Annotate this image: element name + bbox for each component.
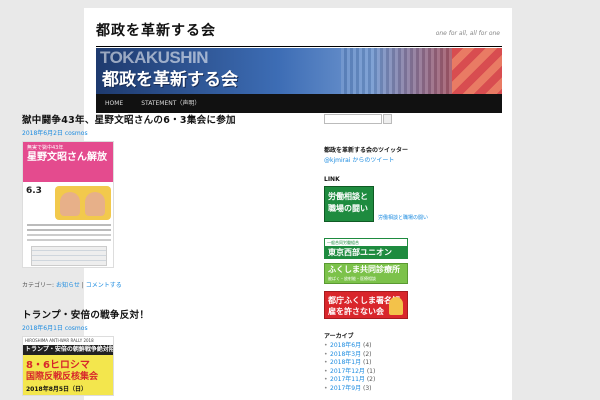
header-divider [96, 46, 502, 47]
archive-list: 2018年6月 (4) 2018年3月 (2) 2018年1月 (1) 2017… [324, 342, 420, 393]
twitter-widget-title: 都政を革新する会のツイッター [324, 147, 409, 154]
petition-banner[interactable]: 都庁ふくしま署名解雇を許さない会 [324, 291, 408, 319]
roudou-banner[interactable]: 労働相談と職場の闘い [324, 186, 374, 222]
nav-item-home[interactable]: HOME [96, 94, 132, 113]
archive-link[interactable]: 2018年1月 [330, 359, 361, 366]
roudou-banner-wrap: 労働相談と職場の闘い 労働相談と職場の闘い [324, 186, 428, 226]
archive-count: (3) [363, 384, 372, 392]
post-flyer-image[interactable]: HIROSHIMA ANTI-WAR RALLY 2018 トランプ・安倍の朝鮮… [22, 336, 114, 396]
post-author[interactable]: cosmos [65, 130, 88, 137]
post-meta: 2018年6月1日 cosmos [22, 323, 292, 332]
site-tagline: one for all, all for one [435, 30, 500, 37]
sidebar: 都政を革新する会のツイッター @kjmirai からのツイート LINK 労働相… [324, 114, 428, 393]
clinic-banner[interactable]: ふくしま共同診療所 被ばく・放射能・医療相談 [324, 263, 408, 284]
post-author[interactable]: cosmos [65, 325, 88, 332]
archive-count: (1) [366, 367, 376, 375]
twitter-suffix[interactable]: からのツイート [352, 157, 394, 164]
twitter-widget-link[interactable]: @kjmirai からのツイート [324, 155, 420, 164]
archive-item: 2018年6月 (4) [324, 342, 420, 351]
post-meta: 2018年6月2日 cosmos [22, 128, 292, 137]
twitter-handle[interactable]: @kjmirai [324, 157, 350, 164]
roudou-text-link[interactable]: 労働相談と職場の闘い [378, 214, 428, 221]
archive-link[interactable]: 2017年12月 [330, 368, 365, 375]
nav-item-statement[interactable]: STATEMENT（声明） [132, 94, 209, 113]
archive-link[interactable]: 2018年6月 [330, 342, 361, 349]
archive-item: 2017年12月 (1) [324, 368, 420, 377]
post-flyer-image[interactable]: 無実で獄中43年 星野文昭さん解放 6.3 [22, 141, 114, 268]
main-content: 獄中闘争43年、星野文昭さんの6・3集会に参加 2018年6月2日 cosmos… [22, 114, 292, 396]
search-input[interactable] [324, 114, 382, 124]
archive-item: 2018年3月 (2) [324, 351, 420, 360]
site-title[interactable]: 都政を革新する会 [96, 20, 216, 40]
archive-item: 2017年9月 (3) [324, 385, 420, 394]
archive-link[interactable]: 2018年3月 [330, 351, 361, 358]
post-comment-link[interactable]: コメントする [86, 282, 122, 289]
banner-stripes [452, 48, 502, 94]
clinic-banner-sub: 被ばく・放射能・医療相談 [328, 276, 376, 281]
archive-count: (2) [366, 376, 376, 383]
post-date[interactable]: 2018年6月1日 [22, 325, 63, 332]
archive-link[interactable]: 2017年11月 [330, 376, 365, 383]
union-banner[interactable]: 一般合同労働組合 東京西部ユニオン [324, 238, 408, 259]
search-icon[interactable] [383, 114, 392, 124]
banner-japanese-title: 都政を革新する会 [102, 70, 238, 90]
petition-mascot-icon [389, 297, 403, 315]
post-title[interactable]: 獄中闘争43年、星野文昭さんの6・3集会に参加 [22, 114, 292, 127]
union-banner-top: 一般合同労働組合 [327, 240, 359, 245]
post-category-link[interactable]: お知らせ [56, 282, 80, 289]
archive-count: (2) [363, 350, 372, 358]
search-form [324, 114, 420, 133]
flyer-line-4: 2018年8月5日（日） [26, 386, 88, 393]
post-title[interactable]: トランプ・安倍の戦争反対！ [22, 309, 292, 322]
main-nav: HOME STATEMENT（声明） [96, 94, 502, 113]
archive-item: 2018年1月 (1) [324, 359, 420, 368]
post-date[interactable]: 2018年6月2日 [22, 130, 63, 137]
flyer-subline: 無実で獄中43年 [27, 145, 64, 151]
archive-count: (1) [363, 359, 372, 366]
header-banner[interactable]: TOKAKUSHIN 都政を革新する会 [96, 48, 502, 94]
clinic-banner-name: ふくしま共同診療所 [328, 265, 400, 274]
banner-crowd-photo [341, 48, 461, 94]
archive-widget-title: アーカイブ [324, 333, 354, 340]
flyer-body-text [27, 224, 111, 226]
flyer-headline: 星野文昭さん解放 [27, 152, 107, 163]
flyer-strip: HIROSHIMA ANTI-WAR RALLY 2018 [23, 337, 113, 345]
archive-count: (4) [363, 342, 372, 349]
flyer-line-3: 国際反戦反核集会 [26, 372, 99, 382]
post-article: トランプ・安倍の戦争反対！ 2018年6月1日 cosmos HIROSHIMA… [22, 309, 292, 396]
flyer-date: 6.3 [26, 186, 42, 196]
post-article: 獄中闘争43年、星野文昭さんの6・3集会に参加 2018年6月2日 cosmos… [22, 114, 292, 289]
flyer-line-1: トランプ・安倍の朝鮮戦争絶対阻止！ [23, 345, 113, 363]
archive-item: 2017年11月 (2) [324, 376, 420, 385]
post-footer: カテゴリー: お知らせ | コメントする [22, 282, 122, 289]
post-category-label: カテゴリー: [22, 282, 55, 289]
link-widget-title: LINK [324, 176, 340, 183]
archive-link[interactable]: 2017年9月 [330, 385, 361, 392]
flyer-map [31, 246, 107, 266]
flyer-photo [55, 186, 111, 220]
union-banner-name: 東京西部ユニオン [325, 246, 407, 258]
